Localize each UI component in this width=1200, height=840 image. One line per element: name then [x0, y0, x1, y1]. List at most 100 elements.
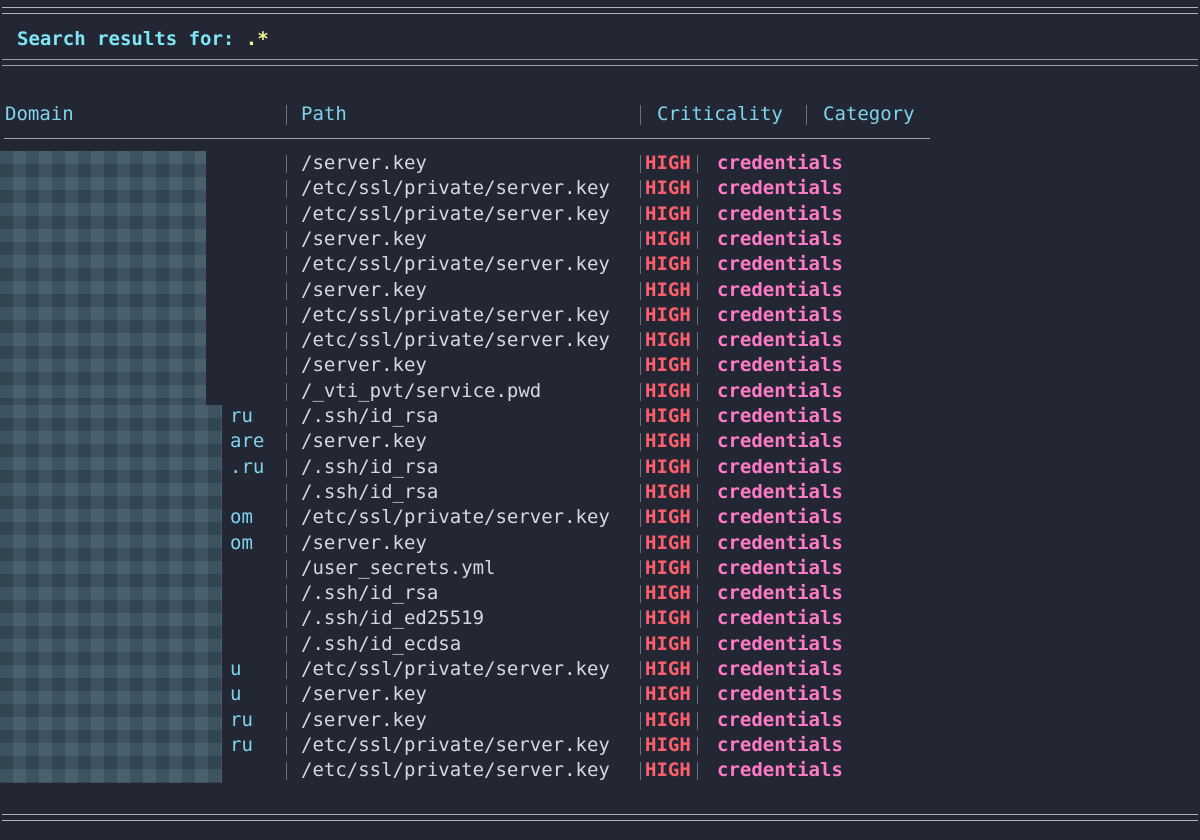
row-criticality: HIGH	[645, 152, 691, 174]
column-separator	[286, 382, 287, 401]
table-row: /user_secrets.yml HIGH credentials	[0, 556, 1200, 581]
row-category: credentials	[717, 202, 843, 225]
row-criticality: HIGH	[645, 582, 691, 605]
column-separator	[640, 534, 641, 553]
row-path: /etc/ssl/private/server.key	[301, 658, 610, 680]
row-category: credentials	[717, 556, 843, 579]
column-separator	[697, 635, 698, 654]
column-separator	[697, 762, 698, 781]
row-path: /server.key	[301, 708, 427, 731]
column-header-domain: Domain	[5, 103, 74, 125]
column-separator	[286, 458, 287, 477]
row-path: /server.key	[301, 278, 427, 301]
column-separator	[697, 180, 698, 199]
column-separator	[640, 408, 641, 426]
table-row: u/server.key HIGH credentials	[0, 682, 1200, 707]
table-row: /etc/ssl/private/server.key HIGH credentia…	[0, 202, 1200, 227]
column-separator	[286, 534, 287, 553]
column-separator	[697, 332, 698, 351]
column-separator	[286, 433, 287, 452]
row-criticality: HIGH	[645, 632, 691, 655]
row-path: /server.key	[301, 683, 427, 706]
row-criticality: HIGH	[645, 531, 691, 554]
row-path: /server.key	[301, 354, 427, 377]
column-header-path: Path	[301, 103, 347, 125]
column-separator	[286, 332, 287, 351]
row-category: credentials	[717, 152, 843, 174]
row-path: /etc/ssl/private/server.key	[301, 506, 610, 529]
column-separator	[640, 332, 641, 351]
title-prefix: Search results for:	[17, 28, 246, 50]
column-separator	[286, 281, 287, 300]
row-domain: ru	[230, 733, 253, 756]
column-separator	[697, 281, 698, 300]
column-separator	[286, 686, 287, 705]
row-criticality: HIGH	[645, 253, 691, 276]
table-row: /etc/ssl/private/server.key HIGH credentia…	[0, 303, 1200, 328]
column-separator	[640, 661, 641, 679]
column-separator	[286, 205, 287, 224]
row-path: /etc/ssl/private/server.key	[301, 202, 610, 225]
table-row: /etc/ssl/private/server.key HIGH credentia…	[0, 176, 1200, 201]
column-separator	[697, 585, 698, 604]
row-criticality: HIGH	[645, 354, 691, 377]
row-domain: are	[230, 430, 265, 453]
row-category: credentials	[717, 354, 843, 377]
table-row: /.ssh/id_ed25519 HIGH credentials	[0, 606, 1200, 631]
column-separator	[640, 357, 641, 376]
table-row: /etc/ssl/private/server.key HIGH credentia…	[0, 252, 1200, 277]
table-row: are/server.key HIGH credentials	[0, 429, 1200, 454]
row-criticality: HIGH	[645, 455, 691, 478]
top-double-rule	[2, 7, 1198, 14]
row-category: credentials	[717, 582, 843, 605]
column-separator	[640, 155, 641, 173]
row-path: /.ssh/id_ed25519	[301, 607, 485, 630]
column-header-criticality: Criticality	[657, 103, 783, 125]
column-separator	[286, 408, 287, 426]
column-separator	[640, 230, 641, 249]
column-separator	[286, 585, 287, 604]
row-category: credentials	[717, 278, 843, 301]
row-criticality: HIGH	[645, 405, 691, 427]
column-separator	[697, 686, 698, 705]
row-domain: u	[230, 658, 242, 680]
column-separator	[640, 382, 641, 401]
row-category: credentials	[717, 227, 843, 250]
table-row: /server.key HIGH credentials	[0, 151, 1200, 176]
row-category: credentials	[717, 329, 843, 352]
table-row: /.ssh/id_rsa HIGH credentials	[0, 480, 1200, 505]
row-domain: ru	[230, 405, 253, 427]
row-path: /user_secrets.yml	[301, 556, 496, 579]
row-path: /etc/ssl/private/server.key	[301, 253, 610, 276]
column-separator	[640, 458, 641, 477]
column-separator	[697, 483, 698, 502]
search-pattern: .*	[245, 28, 269, 50]
table-row: /etc/ssl/private/server.key HIGH credentia…	[0, 758, 1200, 783]
row-category: credentials	[717, 607, 843, 630]
row-category: credentials	[717, 480, 843, 503]
table-row: /.ssh/id_rsa HIGH credentials	[0, 581, 1200, 606]
column-separator	[697, 736, 698, 755]
table-row: om/etc/ssl/private/server.key HIGH credent…	[0, 505, 1200, 530]
row-path: /_vti_pvt/service.pwd	[301, 379, 542, 402]
row-category: credentials	[717, 430, 843, 453]
search-results-title: Search results for: .*	[17, 26, 269, 52]
row-criticality: HIGH	[645, 278, 691, 301]
row-criticality: HIGH	[645, 506, 691, 529]
row-path: /etc/ssl/private/server.key	[301, 303, 610, 326]
column-separator	[640, 509, 641, 528]
table-row: /server.key HIGH credentials	[0, 227, 1200, 252]
row-criticality: HIGH	[645, 227, 691, 250]
column-separator	[640, 256, 641, 275]
column-separator	[697, 610, 698, 629]
column-separator	[697, 661, 698, 679]
row-category: credentials	[717, 253, 843, 276]
column-separator	[286, 180, 287, 199]
row-path: /.ssh/id_rsa	[301, 480, 439, 503]
row-domain: om	[230, 506, 253, 529]
column-separator	[286, 559, 287, 578]
column-separator	[286, 357, 287, 376]
row-criticality: HIGH	[645, 683, 691, 706]
header-separator	[640, 105, 641, 125]
row-category: credentials	[717, 405, 843, 427]
